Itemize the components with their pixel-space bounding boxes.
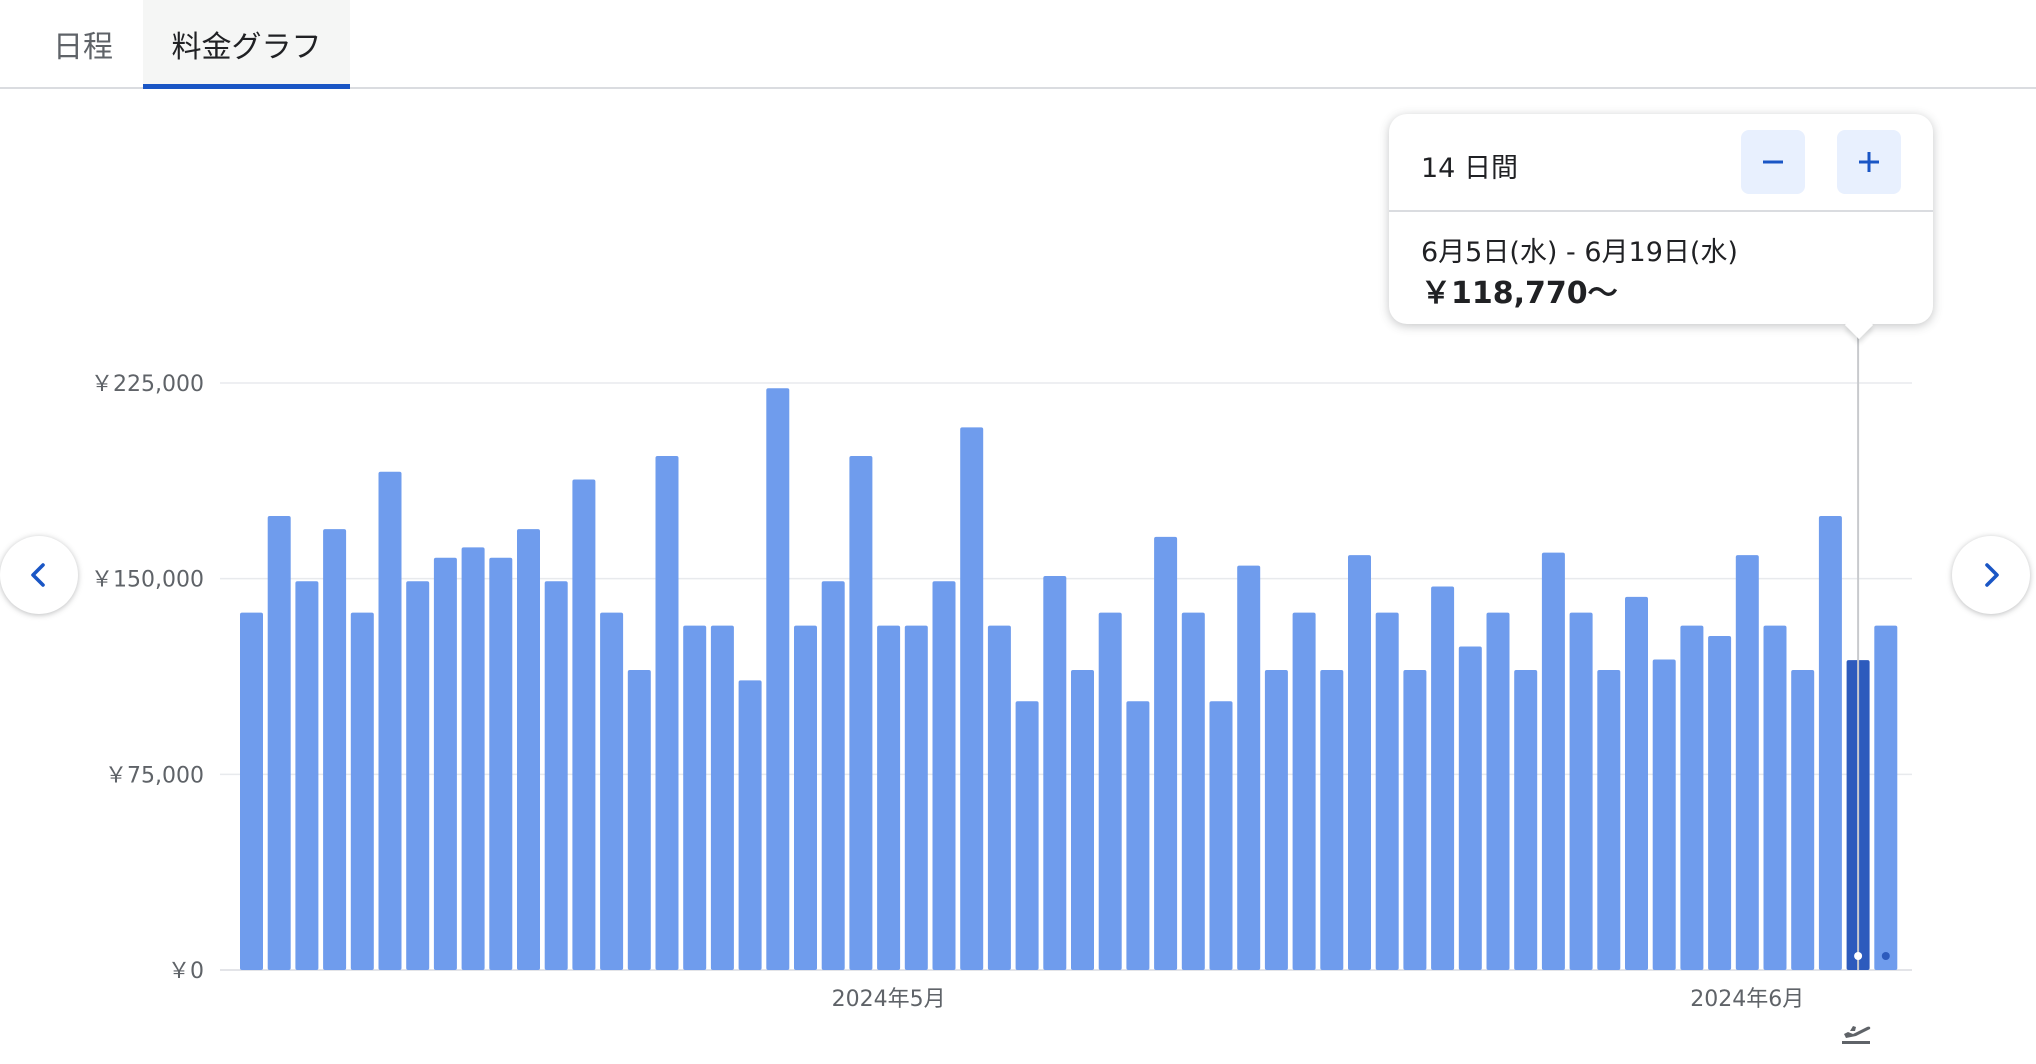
trip-duration: 14 日間	[1421, 153, 1518, 184]
flight-departure-icon	[1842, 1026, 1871, 1044]
bar[interactable]	[1763, 625, 1787, 970]
bar[interactable]	[766, 388, 790, 970]
bar[interactable]	[1043, 576, 1067, 970]
bar[interactable]	[267, 516, 291, 970]
bar[interactable]	[960, 427, 984, 971]
bar[interactable]	[1320, 669, 1344, 970]
x-tick-label: 2024年6月	[1690, 987, 1804, 1012]
bar[interactable]	[1818, 516, 1842, 970]
bar[interactable]	[350, 612, 374, 970]
bar[interactable]	[1791, 669, 1815, 970]
bar[interactable]	[1541, 552, 1565, 970]
bar[interactable]	[544, 581, 568, 970]
bar[interactable]	[1292, 612, 1316, 970]
bar[interactable]	[987, 625, 1011, 970]
bar[interactable]	[710, 625, 734, 970]
bar[interactable]	[1735, 555, 1759, 970]
bar[interactable]	[1625, 596, 1648, 970]
bar[interactable]	[489, 557, 513, 970]
bar[interactable]	[1154, 536, 1178, 970]
tab-schedule[interactable]: 日程	[30, 0, 136, 87]
bar[interactable]	[1098, 612, 1122, 970]
decrease-duration-button[interactable]	[1741, 130, 1805, 194]
bar[interactable]	[240, 612, 263, 970]
bar[interactable]	[1597, 669, 1621, 970]
bar[interactable]	[600, 612, 624, 970]
date-marker-dot	[1854, 952, 1863, 960]
bar[interactable]	[1431, 586, 1455, 970]
bar[interactable]	[794, 625, 817, 970]
bar[interactable]	[821, 581, 845, 970]
bar[interactable]	[461, 547, 485, 970]
trip-dates: 6月5日(水) - 6月19日(水)	[1421, 237, 1738, 268]
duration-header: 14 日間	[1389, 114, 1933, 212]
bar[interactable]	[1680, 625, 1704, 970]
bar[interactable]	[1486, 612, 1510, 970]
chevron-left-icon	[31, 563, 45, 587]
bar[interactable]	[1514, 669, 1538, 970]
bar[interactable]	[1126, 701, 1150, 970]
bar[interactable]	[849, 456, 873, 970]
bar[interactable]	[683, 625, 707, 970]
x-tick-label: 2024年5月	[832, 987, 946, 1012]
date-marker-dot	[1881, 952, 1890, 960]
bar[interactable]	[1348, 555, 1371, 970]
trip-price: ￥118,770～	[1421, 276, 1618, 311]
bar[interactable]	[1708, 636, 1732, 970]
y-tick-label: ￥150,000	[91, 568, 204, 593]
y-tick-label: ￥225,000	[91, 372, 204, 397]
bar[interactable]	[572, 479, 596, 970]
bar[interactable]	[378, 471, 402, 970]
bar[interactable]	[1015, 701, 1039, 970]
bar[interactable]	[1874, 625, 1898, 970]
bar[interactable]	[517, 529, 540, 970]
tab-bar: 日程 料金グラフ	[0, 0, 2036, 89]
tooltip-pointer-cover	[1836, 300, 1882, 322]
price-tooltip-card: 14 日間 6月5日(水) - 6月19日(水) ￥118,770～	[1389, 114, 1933, 324]
plus-icon	[1859, 152, 1879, 172]
bar[interactable]	[1458, 646, 1482, 970]
bar[interactable]	[323, 529, 347, 970]
bar[interactable]	[1071, 669, 1094, 970]
bar[interactable]	[738, 680, 762, 970]
bar[interactable]	[1652, 659, 1676, 970]
bar[interactable]	[406, 581, 430, 970]
bar[interactable]	[295, 581, 319, 970]
y-tick-label: ￥75,000	[105, 763, 204, 788]
bar[interactable]	[1375, 612, 1399, 970]
bar[interactable]	[655, 456, 679, 970]
previous-button[interactable]	[0, 536, 78, 614]
bar[interactable]	[433, 557, 457, 970]
bar[interactable]	[932, 581, 956, 970]
bar[interactable]	[1237, 565, 1261, 970]
chevron-right-icon	[1985, 563, 1999, 587]
bar[interactable]	[1264, 669, 1288, 970]
y-tick-label: ￥0	[168, 959, 204, 984]
bar[interactable]	[1181, 612, 1205, 970]
bar[interactable]	[1403, 669, 1427, 970]
minus-icon	[1763, 160, 1783, 164]
bar[interactable]	[904, 625, 928, 970]
tab-price-graph[interactable]: 料金グラフ	[143, 0, 350, 89]
next-button[interactable]	[1952, 536, 2030, 614]
bar[interactable]	[1209, 701, 1233, 970]
bar[interactable]	[1569, 612, 1593, 970]
increase-duration-button[interactable]	[1837, 130, 1901, 194]
bar[interactable]	[877, 625, 901, 970]
bar[interactable]	[627, 669, 651, 970]
